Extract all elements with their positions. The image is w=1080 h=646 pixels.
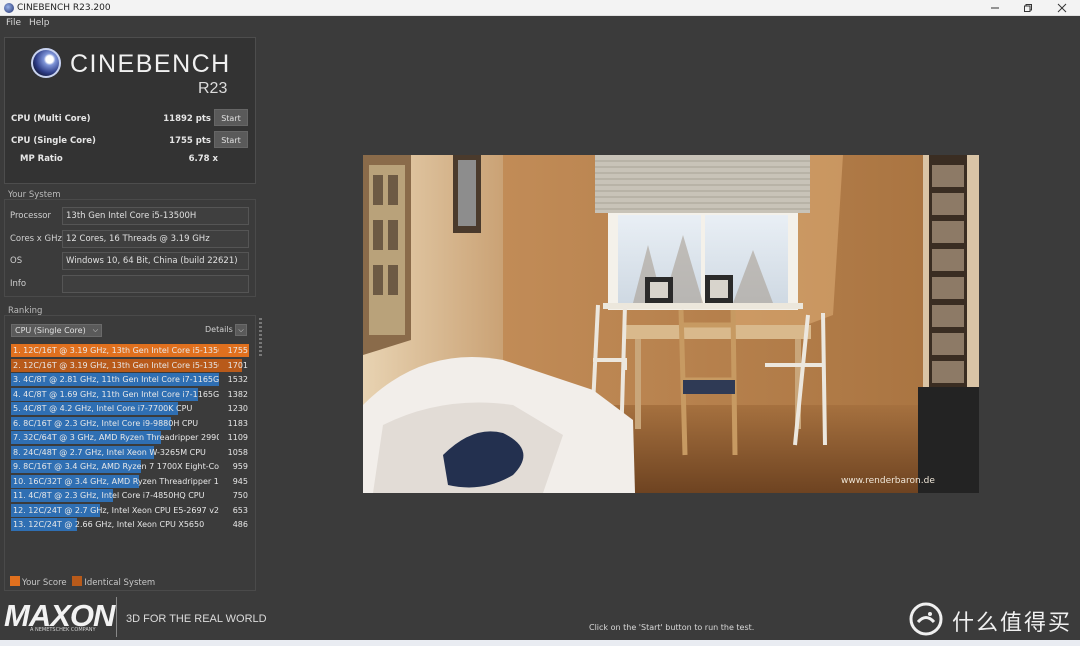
ranking-row-score: 1382 [227, 389, 248, 399]
ranking-row[interactable]: 8. 24C/48T @ 2.7 GHz, Intel Xeon W-3265M… [11, 445, 249, 459]
ranking-row-label: 11. 4C/8T @ 2.3 GHz, Intel Core i7-4850H… [13, 491, 205, 500]
cinebench-app-icon [4, 3, 14, 13]
ranking-legend: Your Score Identical System [10, 576, 155, 588]
footer-tagline: 3D FOR THE REAL WORLD [126, 613, 267, 625]
ranking-row-label: 2. 12C/16T @ 3.19 GHz, 13th Gen Intel Co… [13, 360, 219, 370]
menu-help[interactable]: Help [29, 17, 50, 29]
mp-ratio-label: MP Ratio [20, 154, 63, 164]
render-watermark: www.renderbaron.de [841, 476, 935, 486]
ranking-row-score: 1230 [227, 404, 248, 413]
ranking-row-label: 13. 12C/24T @ 2.66 GHz, Intel Xeon CPU X… [13, 520, 205, 529]
ranking-row-score: 1058 [227, 447, 248, 457]
legend-your-score: Your Score [22, 578, 67, 588]
processor-field: 13th Gen Intel Core i5-13500H [62, 207, 249, 225]
info-field[interactable] [62, 275, 249, 293]
ranking-row-score: 1532 [227, 375, 248, 384]
single-core-start-button[interactable]: Start [214, 131, 248, 148]
ranking-row-label: 1. 12C/16T @ 3.19 GHz, 13th Gen Intel Co… [13, 346, 219, 355]
your-score-swatch [10, 576, 20, 586]
status-message: Click on the 'Start' button to run the t… [589, 623, 755, 632]
legend-identical-system: Identical System [84, 578, 156, 588]
footer-bar: MAXON A NEMETSCHEK COMPANY 3D FOR THE RE… [0, 593, 1080, 646]
ranking-row-label: 5. 4C/8T @ 4.2 GHz, Intel Core i7-7700K … [13, 404, 193, 413]
ranking-row[interactable]: 12. 12C/24T @ 2.7 GHz, Intel Xeon CPU E5… [11, 503, 249, 517]
ranking-row-score: 959 [232, 462, 248, 471]
mp-ratio-value: 6.78 x [188, 154, 218, 164]
ranking-row-score: 1755 [227, 346, 248, 355]
os-label: OS [10, 256, 23, 266]
ranking-row-score: 750 [232, 491, 248, 500]
ranking-row[interactable]: 4. 4C/8T @ 1.69 GHz, 11th Gen Intel Core… [11, 387, 249, 401]
info-label: Info [10, 279, 27, 289]
ranking-row[interactable]: 7. 32C/64T @ 3 GHz, AMD Ryzen Threadripp… [11, 431, 249, 444]
ranking-row[interactable]: 1. 12C/16T @ 3.19 GHz, 13th Gen Intel Co… [11, 344, 249, 357]
ranking-row[interactable]: 3. 4C/8T @ 2.81 GHz, 11th Gen Intel Core… [11, 373, 249, 386]
ranking-row-label: 7. 32C/64T @ 3 GHz, AMD Ryzen Threadripp… [13, 433, 219, 442]
ranking-row-label: 10. 16C/32T @ 3.4 GHz, AMD Ryzen Threadr… [13, 476, 219, 486]
restore-button[interactable] [1010, 0, 1046, 16]
cores-field: 12 Cores, 16 Threads @ 3.19 GHz [62, 230, 249, 248]
left-panel: CINEBENCH R23 CPU (Multi Core) 11892 pts… [0, 31, 262, 593]
smzdm-logo-icon [909, 602, 943, 636]
logo-name: CINEBENCH [70, 50, 231, 78]
menu-bar: File Help [0, 16, 1080, 31]
ranking-panel: CPU (Single Core) ⌵ Details ⌵ 1. 12C/16T… [4, 315, 256, 591]
close-icon [1057, 3, 1067, 13]
logo-score-panel: CINEBENCH R23 CPU (Multi Core) 11892 pts… [4, 37, 256, 184]
ranking-test-select[interactable]: CPU (Single Core) ⌵ [11, 324, 102, 337]
window-title: CINEBENCH R23.200 [17, 3, 111, 13]
ranking-row-label: 3. 4C/8T @ 2.81 GHz, 11th Gen Intel Core… [13, 375, 219, 384]
title-bar: CINEBENCH R23.200 [0, 0, 1080, 16]
multi-core-start-button[interactable]: Start [214, 109, 248, 126]
render-preview: www.renderbaron.de [363, 155, 979, 493]
room-scene-image: www.renderbaron.de [363, 155, 979, 493]
ranking-row-score: 653 [232, 505, 248, 515]
ranking-row[interactable]: 10. 16C/32T @ 3.4 GHz, AMD Ryzen Threadr… [11, 474, 249, 488]
multi-core-score: 11892 pts [163, 114, 211, 124]
minimize-icon [991, 7, 999, 9]
ranking-row[interactable]: 11. 4C/8T @ 2.3 GHz, Intel Core i7-4850H… [11, 489, 249, 502]
menu-file[interactable]: File [6, 17, 21, 29]
ranking-row-score: 1701 [227, 360, 248, 370]
single-core-label: CPU (Single Core) [11, 136, 96, 146]
ranking-test-select-value: CPU (Single Core) [15, 326, 86, 335]
bottom-strip [0, 640, 1080, 646]
system-info-panel: Processor 13th Gen Intel Core i5-13500H … [4, 199, 256, 297]
chevron-down-icon: ⌵ [238, 326, 244, 334]
ranking-row[interactable]: 13. 12C/24T @ 2.66 GHz, Intel Xeon CPU X… [11, 518, 249, 531]
ranking-row-label: 9. 8C/16T @ 3.4 GHz, AMD Ryzen 7 1700X E… [13, 462, 219, 471]
restore-icon [1024, 4, 1032, 12]
cores-label: Cores x GHz [10, 234, 62, 244]
logo-version: R23 [198, 80, 228, 97]
details-label[interactable]: Details [205, 325, 233, 334]
chevron-down-icon: ⌵ [92, 326, 98, 334]
os-field: Windows 10, 64 Bit, China (build 22621) [62, 252, 249, 270]
ranking-row-label: 4. 4C/8T @ 1.69 GHz, 11th Gen Intel Core… [13, 389, 219, 399]
details-toggle-button[interactable]: ⌵ [235, 324, 247, 336]
ranking-row[interactable]: 9. 8C/16T @ 3.4 GHz, AMD Ryzen 7 1700X E… [11, 460, 249, 473]
footer-divider [116, 597, 117, 637]
single-core-score: 1755 pts [169, 136, 211, 146]
identical-system-swatch [72, 576, 83, 586]
smzdm-watermark: 什么值得买 [952, 611, 1073, 636]
multi-core-label: CPU (Multi Core) [11, 114, 91, 124]
cinebench-logo-icon [31, 48, 61, 78]
ranking-row-label: 12. 12C/24T @ 2.7 GHz, Intel Xeon CPU E5… [13, 505, 219, 515]
ranking-row-score: 945 [232, 476, 248, 486]
ranking-row-label: 6. 8C/16T @ 2.3 GHz, Intel Core i9-9880H… [13, 418, 199, 428]
maxon-subtitle: A NEMETSCHEK COMPANY [30, 627, 96, 633]
panel-resize-handle[interactable] [259, 318, 262, 358]
minimize-button[interactable] [977, 0, 1013, 16]
ranking-row-score: 486 [232, 520, 248, 529]
processor-label: Processor [10, 211, 51, 221]
ranking-row[interactable]: 6. 8C/16T @ 2.3 GHz, Intel Core i9-9880H… [11, 416, 249, 430]
ranking-row-label: 8. 24C/48T @ 2.7 GHz, Intel Xeon W-3265M… [13, 447, 206, 457]
ranking-row-score: 1109 [227, 433, 248, 442]
ranking-row[interactable]: 2. 12C/16T @ 3.19 GHz, 13th Gen Intel Co… [11, 358, 249, 372]
ranking-row-score: 1183 [227, 418, 248, 428]
close-button[interactable] [1044, 0, 1080, 16]
ranking-row[interactable]: 5. 4C/8T @ 4.2 GHz, Intel Core i7-7700K … [11, 402, 249, 415]
